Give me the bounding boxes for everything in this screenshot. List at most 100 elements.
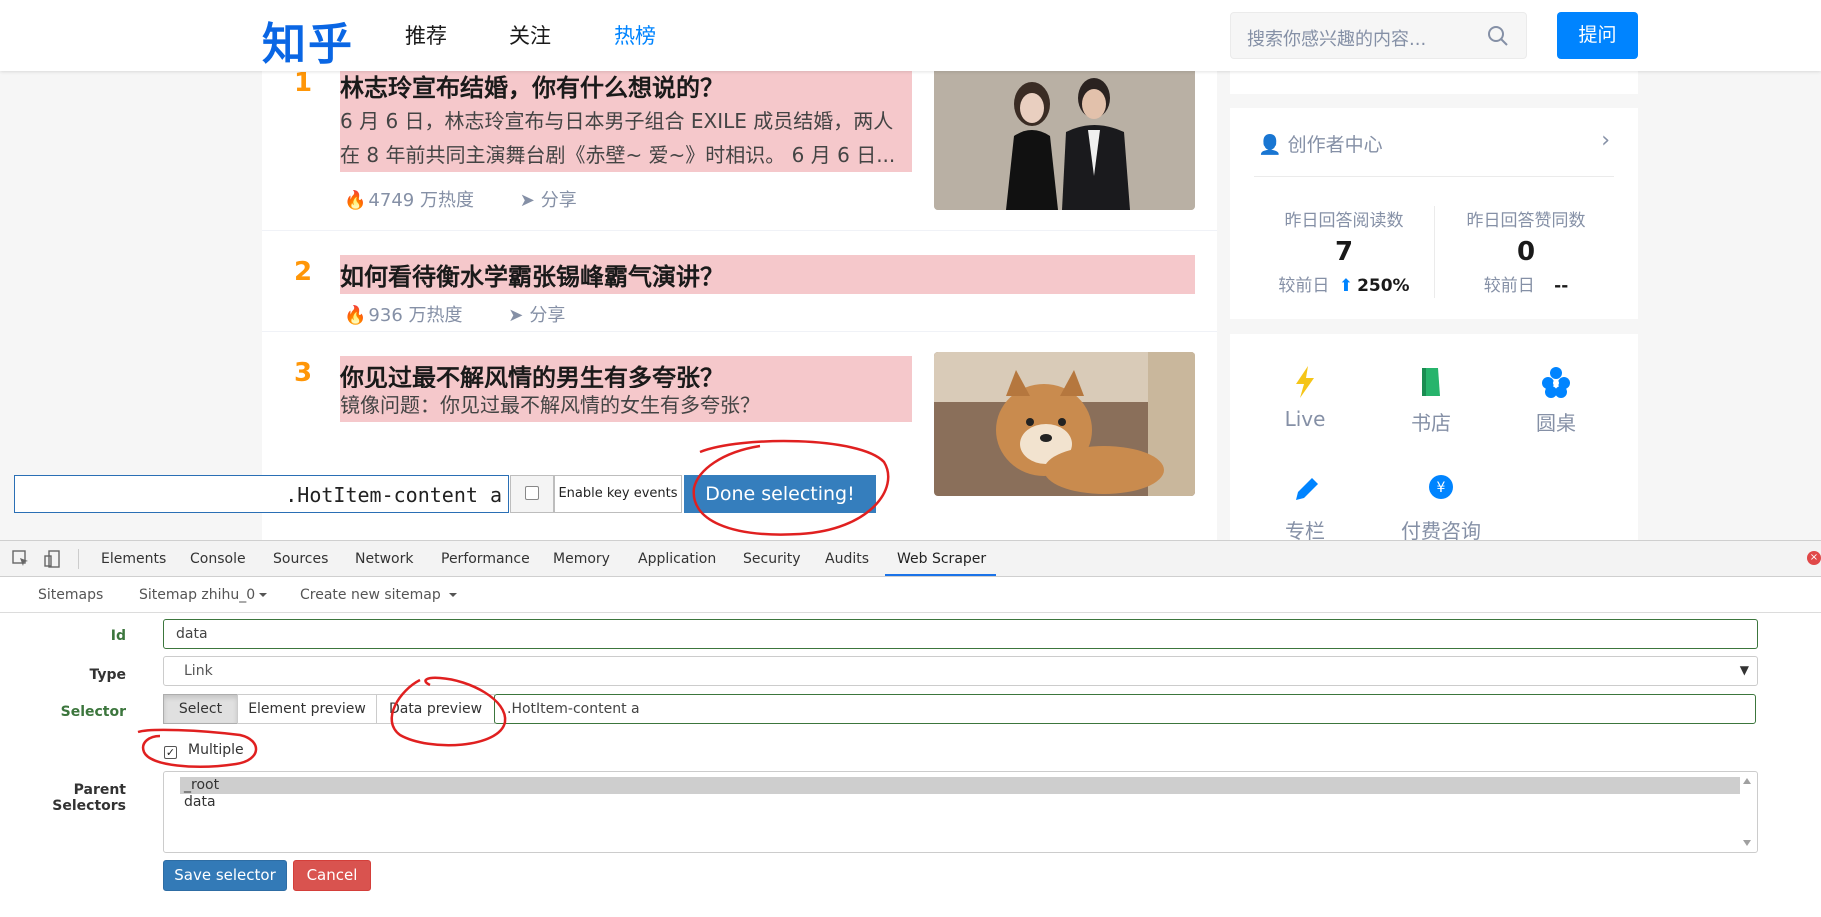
share-icon[interactable]: ➤ — [520, 190, 535, 211]
nav-follow[interactable]: 关注 — [509, 20, 551, 50]
creator-center-header[interactable]: 👤 创作者中心 — [1258, 130, 1383, 157]
share-icon[interactable]: ➤ — [508, 305, 523, 326]
scroll-down-icon[interactable] — [1743, 840, 1751, 846]
hot-item-excerpt[interactable]: 6 月 6 日，林志玲宣布与日本男子组合 EXILE 成员结婚，两人 在 8 年… — [340, 104, 912, 172]
tool-paid-consult[interactable]: ¥ 付费咨询 — [1386, 470, 1496, 540]
arrow-up-icon: ⬆ — [1338, 276, 1354, 296]
tool-roundtable[interactable]: 圆桌 — [1511, 362, 1601, 436]
share-link[interactable]: 分享 — [541, 190, 577, 211]
ask-question-button[interactable]: 提问 — [1557, 12, 1638, 59]
tools-card: Live 书店 圆桌 专栏 ¥ 付费咨询 — [1230, 334, 1638, 540]
id-input[interactable]: data — [163, 619, 1758, 649]
hot-item-title[interactable]: 林志玲宣布结婚，你有什么想说的？ — [340, 66, 912, 105]
sitemap-name: Sitemap zhihu_0 — [139, 587, 256, 603]
tool-label: 专栏 — [1285, 519, 1325, 540]
compare-label: 较前日 — [1483, 276, 1535, 296]
stat-value: 7 — [1334, 237, 1354, 267]
hot-item-thumbnail[interactable] — [934, 66, 1195, 210]
hot-item-meta: 🔥 4749 万热度 ➤ 分享 — [344, 186, 617, 212]
stat-label: 昨日回答赞同数 — [1466, 211, 1586, 231]
tab-memory[interactable]: Memory — [553, 551, 610, 567]
tab-application[interactable]: Application — [638, 551, 716, 567]
hot-item[interactable]: 1 林志玲宣布结婚，你有什么想说的？ 6 月 6 日，林志玲宣布与日本男子组合 … — [262, 50, 1217, 231]
tool-live[interactable]: Live — [1260, 362, 1350, 431]
tab-web-scraper[interactable]: Web Scraper — [897, 551, 986, 567]
tool-label: Live — [1284, 407, 1326, 431]
scraper-selector-display[interactable]: .HotItem-content a — [14, 475, 509, 513]
lightning-icon — [1296, 366, 1314, 398]
compare-value: 250% — [1357, 276, 1410, 296]
element-preview-button[interactable]: Element preview — [237, 694, 377, 724]
multiple-checkbox[interactable]: ✓ — [164, 746, 177, 759]
tab-sources[interactable]: Sources — [273, 551, 328, 567]
tab-audits[interactable]: Audits — [825, 551, 869, 567]
enable-key-events-checkbox[interactable] — [510, 475, 554, 513]
search-placeholder: 搜索你感兴趣的内容... — [1247, 29, 1427, 50]
tab-console[interactable]: Console — [190, 551, 246, 567]
tab-performance[interactable]: Performance — [441, 551, 530, 567]
parent-selectors-list[interactable]: _root data — [163, 771, 1758, 853]
tab-security[interactable]: Security — [743, 551, 801, 567]
enable-key-events-label[interactable]: Enable key events — [554, 475, 682, 513]
divider — [1254, 176, 1614, 177]
divider — [1434, 206, 1435, 298]
stat-reads: 昨日回答阅读数 7 较前日 ⬆ 250% — [1254, 206, 1434, 296]
nav-create-sitemap[interactable]: Create new sitemap — [300, 587, 457, 603]
close-icon[interactable]: × — [1807, 551, 1821, 565]
divider — [78, 549, 79, 569]
cancel-button[interactable]: Cancel — [293, 860, 371, 891]
share-link[interactable]: 分享 — [529, 305, 565, 326]
stat-compare: 较前日 -- — [1436, 271, 1616, 296]
type-select[interactable]: Link ▼ — [163, 656, 1758, 686]
stat-approvals: 昨日回答赞同数 0 较前日 -- — [1436, 206, 1616, 296]
active-tab-indicator — [885, 574, 996, 576]
done-selecting-button[interactable]: Done selecting! — [684, 475, 876, 513]
heat-count: 4749 万热度 — [368, 190, 474, 211]
chevron-down-icon: ▼ — [1739, 663, 1749, 677]
device-toolbar-icon[interactable] — [44, 550, 62, 568]
stat-value: 0 — [1516, 237, 1536, 267]
scroll-up-icon[interactable] — [1743, 778, 1751, 784]
svg-text:¥: ¥ — [1437, 480, 1446, 496]
heat-count: 936 万热度 — [368, 305, 463, 326]
inspect-element-icon[interactable] — [12, 550, 30, 568]
parent-selector-option[interactable]: _root — [180, 777, 1740, 794]
search-icon[interactable] — [1486, 24, 1510, 48]
type-label: Type — [89, 667, 126, 683]
tab-elements[interactable]: Elements — [101, 551, 166, 567]
flame-icon: 🔥 — [344, 190, 367, 211]
tab-network[interactable]: Network — [355, 551, 413, 567]
hot-item-thumbnail[interactable] — [934, 352, 1195, 496]
flame-icon: 🔥 — [344, 305, 367, 326]
chevron-down-icon — [448, 593, 457, 597]
compare-value: -- — [1554, 276, 1569, 296]
nav-recommend[interactable]: 推荐 — [405, 20, 447, 50]
hot-rank: 3 — [294, 358, 313, 388]
wedding-photo-image — [934, 66, 1195, 210]
parent-selector-option[interactable]: data — [180, 794, 1740, 811]
hot-rank: 2 — [294, 257, 313, 287]
hot-item-title[interactable]: 如何看待衡水学霸张锡峰霸气演讲？ — [340, 255, 1195, 294]
chevron-right-icon[interactable]: › — [1601, 128, 1610, 153]
create-sitemap-label: Create new sitemap — [300, 587, 441, 603]
zhihu-header: 知乎 推荐 关注 热榜 搜索你感兴趣的内容... 提问 — [0, 0, 1821, 71]
compare-label: 较前日 — [1278, 276, 1330, 296]
zhihu-logo[interactable]: 知乎 — [262, 8, 354, 72]
selector-input[interactable]: .HotItem-content a — [494, 694, 1756, 724]
select-button[interactable]: Select — [163, 694, 238, 724]
hot-item[interactable]: 2 如何看待衡水学霸张锡峰霸气演讲？ 🔥 936 万热度 ➤ 分享 — [262, 231, 1217, 332]
checkbox-box — [525, 486, 539, 500]
nav-sitemap-dropdown[interactable]: Sitemap zhihu_0 — [139, 587, 268, 603]
chevron-down-icon — [259, 593, 268, 597]
multiple-label[interactable]: Multiple — [188, 742, 244, 758]
search-box[interactable]: 搜索你感兴趣的内容... — [1230, 12, 1527, 59]
tool-label: 圆桌 — [1536, 411, 1576, 435]
nav-sitemaps[interactable]: Sitemaps — [38, 587, 103, 603]
data-preview-button[interactable]: Data preview — [376, 694, 495, 724]
tool-column[interactable]: 专栏 — [1260, 470, 1350, 540]
hot-item-excerpt[interactable]: 镜像问题：你见过最不解风情的女生有多夸张？ — [340, 388, 912, 422]
nav-hot[interactable]: 热榜 — [614, 20, 656, 50]
save-selector-button[interactable]: Save selector — [163, 860, 287, 891]
tool-bookstore[interactable]: 书店 — [1386, 362, 1476, 436]
devtools-tabbar: Elements Console Sources Network Perform… — [0, 541, 1821, 577]
